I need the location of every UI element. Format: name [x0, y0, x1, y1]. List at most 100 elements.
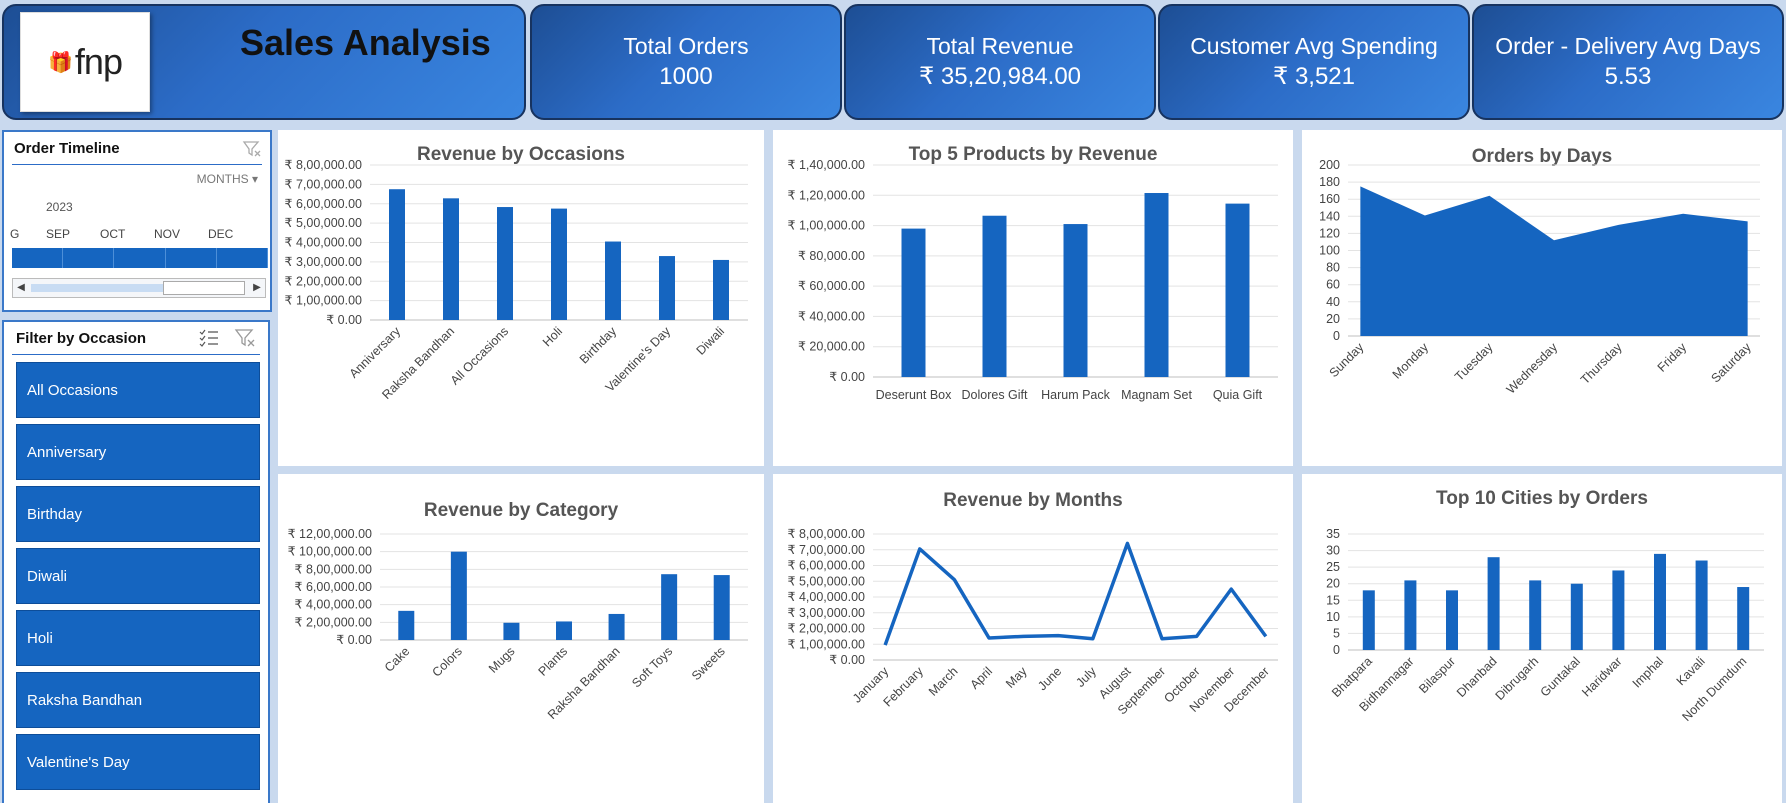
- chart-canvas: ₹ 0.00 ₹ 2,00,000.00 ₹ 4,00,000.00 ₹ 6,00,0…: [288, 527, 748, 722]
- period-level-dropdown[interactable]: MONTHS ▾: [197, 172, 258, 186]
- y-tick-label: 15: [1326, 593, 1340, 607]
- y-tick-label: 5: [1333, 626, 1340, 640]
- area-series: [1360, 186, 1748, 336]
- y-tick-label: 20: [1326, 312, 1340, 326]
- y-tick-label: 40: [1326, 295, 1340, 309]
- bar: [1362, 590, 1375, 650]
- bar: [659, 256, 675, 320]
- x-tick-label: Plants: [536, 644, 570, 678]
- y-tick-label: 140: [1319, 209, 1340, 223]
- x-tick-label: Soft Toys: [629, 644, 675, 690]
- y-tick-label: ₹ 20,000.00: [798, 340, 865, 354]
- y-tick-label: ₹ 8,00,000.00: [285, 158, 363, 172]
- y-tick-label: ₹ 40,000.00: [798, 309, 865, 323]
- bar: [1144, 193, 1169, 377]
- y-tick-label: 80: [1326, 261, 1340, 275]
- y-tick-label: ₹ 0.00: [829, 653, 865, 667]
- occasion-item-birthday[interactable]: Birthday: [16, 486, 260, 542]
- clear-filter-icon[interactable]: [242, 140, 262, 158]
- bar: [556, 621, 572, 640]
- y-tick-label: ₹ 4,00,000.00: [788, 590, 866, 604]
- y-tick-label: 160: [1319, 192, 1340, 206]
- order-timeline-slicer: Order Timeline MONTHS ▾ 2023 G SEP OCT N…: [2, 130, 272, 312]
- y-tick-label: ₹ 7,00,000.00: [285, 177, 363, 191]
- x-tick-label: All Occasions: [448, 324, 511, 387]
- occasion-item-all[interactable]: All Occasions: [16, 362, 260, 418]
- y-tick-label: ₹ 7,00,000.00: [788, 543, 866, 557]
- logo: 🎁 fnp: [20, 12, 150, 112]
- timeline-month[interactable]: OCT: [100, 227, 125, 241]
- occasion-item-raksha-bandhan[interactable]: Raksha Bandhan: [16, 672, 260, 728]
- chart-revenue-by-category: Revenue by Category ₹ 0.00 ₹ 2,00,000.00 ₹…: [278, 474, 764, 803]
- y-tick-label: ₹ 1,00,000.00: [788, 637, 866, 651]
- bar: [661, 574, 678, 640]
- bar: [901, 228, 926, 377]
- occasion-item-diwali[interactable]: Diwali: [16, 548, 260, 604]
- y-tick-label: ₹ 80,000.00: [798, 249, 865, 263]
- y-tick-label: ₹ 6,00,000.00: [295, 580, 373, 594]
- x-tick-label: May: [1003, 664, 1030, 691]
- x-tick-label: Imphal: [1630, 654, 1666, 690]
- occasion-item-anniversary[interactable]: Anniversary: [16, 424, 260, 480]
- y-tick-label: ₹ 0.00: [326, 313, 362, 327]
- x-tick-label: Haridwar: [1579, 654, 1624, 699]
- timeline-scrollbar[interactable]: ◀ ▶: [12, 278, 266, 298]
- bar: [1063, 224, 1088, 377]
- timeline-month[interactable]: DEC: [208, 227, 233, 241]
- y-tick-label: ₹ 8,00,000.00: [788, 527, 866, 541]
- scroll-right-icon[interactable]: ▶: [249, 279, 265, 297]
- multi-select-icon[interactable]: [198, 328, 220, 348]
- y-tick-label: ₹ 60,000.00: [798, 279, 865, 293]
- y-tick-label: 30: [1326, 544, 1340, 558]
- chart-revenue-by-months: Revenue by Months ₹ 0.00 ₹ 1,00,000.00 ₹ 2…: [773, 474, 1293, 803]
- y-tick-label: ₹ 0.00: [829, 370, 865, 384]
- x-tick-label: Cake: [382, 644, 413, 675]
- bar: [1612, 570, 1625, 650]
- scroll-track[interactable]: [31, 284, 171, 292]
- divider: [12, 164, 262, 165]
- kpi-label: Customer Avg Spending: [1190, 33, 1438, 59]
- kpi-label: Total Revenue: [926, 33, 1074, 59]
- y-tick-label: ₹ 2,00,000.00: [295, 615, 373, 629]
- timeline-month[interactable]: NOV: [154, 227, 180, 241]
- bar: [551, 208, 567, 320]
- logo-text: fnp: [74, 41, 123, 82]
- x-tick-label: Magnam Set: [1121, 388, 1192, 402]
- x-tick-label: Colors: [430, 644, 465, 679]
- timeline-selection-bar[interactable]: [12, 248, 269, 268]
- occasion-item-valentines-day[interactable]: Valentine's Day: [16, 734, 260, 790]
- x-tick-label: Dolores Gift: [962, 388, 1029, 402]
- clear-filter-icon[interactable]: [234, 328, 256, 348]
- occasion-item-holi[interactable]: Holi: [16, 610, 260, 666]
- x-tick-label: Sweets: [689, 644, 728, 683]
- bar: [1446, 590, 1458, 650]
- timeline-month[interactable]: G: [10, 227, 19, 241]
- bar: [398, 610, 415, 640]
- y-tick-label: ₹ 12,00,000.00: [288, 527, 372, 541]
- kpi-value: 5.53: [1604, 63, 1652, 90]
- bar: [1695, 560, 1708, 650]
- x-tick-label: April: [968, 664, 996, 692]
- y-tick-label: ₹ 3,00,000.00: [285, 255, 363, 269]
- bar: [982, 215, 1007, 377]
- kpi-total-revenue: Total Revenue ₹ 35,20,984.00: [844, 4, 1156, 120]
- y-tick-label: ₹ 1,00,000.00: [285, 294, 363, 308]
- scroll-thumb[interactable]: [163, 281, 245, 295]
- x-tick-label: Sunday: [1327, 340, 1367, 380]
- y-tick-label: ₹ 4,00,000.00: [285, 236, 363, 250]
- timeline-month[interactable]: SEP: [46, 227, 70, 241]
- occasion-filter-slicer: Filter by Occasion All Occasions Anniver…: [2, 320, 270, 803]
- title-card: 🎁 fnp Sales Analysis: [2, 4, 526, 120]
- y-tick-label: ₹ 3,00,000.00: [788, 606, 866, 620]
- chart-canvas: 0 20 40 60 80 100 120 140 160 180 200 Sunday Monday T…: [1319, 158, 1760, 397]
- y-tick-label: ₹ 8,00,000.00: [295, 562, 373, 576]
- bar: [608, 613, 625, 640]
- bar: [450, 551, 467, 640]
- y-tick-label: 0: [1333, 643, 1340, 657]
- chart-canvas: 05101520253035BhatparaBidhannagar Bilaspu…: [1326, 527, 1764, 724]
- scroll-left-icon[interactable]: ◀: [13, 279, 29, 297]
- x-tick-label: Wednesday: [1504, 340, 1561, 397]
- occasion-filter-title: Filter by Occasion: [16, 330, 147, 347]
- x-tick-label: Guntakal: [1538, 654, 1583, 699]
- x-tick-label: Kavali: [1674, 654, 1708, 688]
